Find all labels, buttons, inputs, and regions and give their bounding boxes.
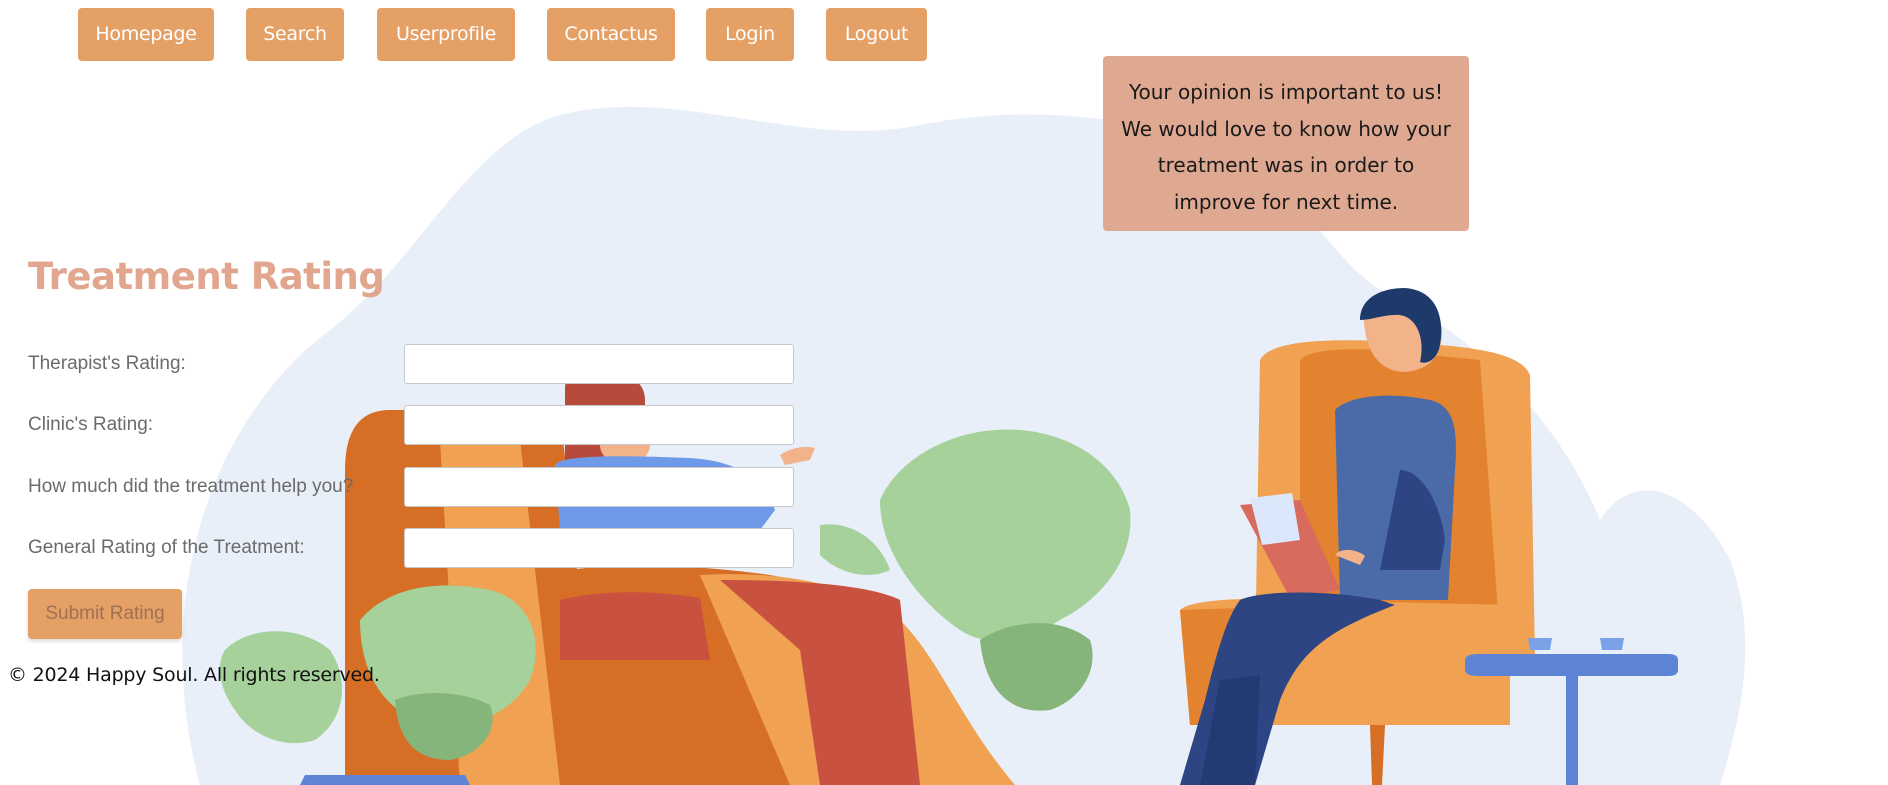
nav-logout-button[interactable]: Logout [826, 8, 927, 61]
teacup-icon [1528, 638, 1552, 650]
page-title: Treatment Rating [28, 255, 385, 298]
submit-rating-button[interactable]: Submit Rating [28, 589, 182, 639]
general-rating-input[interactable] [404, 528, 794, 568]
therapist-rating-label: Therapist's Rating: [28, 353, 186, 374]
info-line: We would love to know how your [1121, 116, 1451, 141]
general-rating-label: General Rating of the Treatment: [28, 537, 305, 558]
nav-search-button[interactable]: Search [246, 8, 344, 61]
info-line: Your opinion is important to us! [1128, 80, 1444, 104]
feedback-info-box: Your opinion is important to us! We woul… [1103, 56, 1469, 231]
treatment-help-input[interactable] [404, 467, 794, 507]
page: Homepage Search Userprofile Contactus Lo… [0, 0, 1888, 785]
nav-login-button[interactable]: Login [706, 8, 794, 61]
info-line: treatment was in order to [1157, 153, 1415, 177]
nav-contactus-button[interactable]: Contactus [547, 8, 675, 61]
clinic-rating-label: Clinic's Rating: [28, 414, 154, 435]
therapist-rating-input[interactable] [404, 344, 794, 384]
nav-userprofile-button[interactable]: Userprofile [377, 8, 515, 61]
nav-homepage-button[interactable]: Homepage [78, 8, 214, 61]
teacup-icon [1600, 638, 1624, 650]
footer-copyright: © 2024 Happy Soul. All rights reserved. [8, 664, 380, 686]
side-table [1465, 654, 1678, 676]
treatment-help-label: How much did the treatment help you? [28, 476, 354, 497]
clinic-rating-input[interactable] [404, 405, 794, 445]
info-line: improve for next time. [1173, 189, 1399, 214]
